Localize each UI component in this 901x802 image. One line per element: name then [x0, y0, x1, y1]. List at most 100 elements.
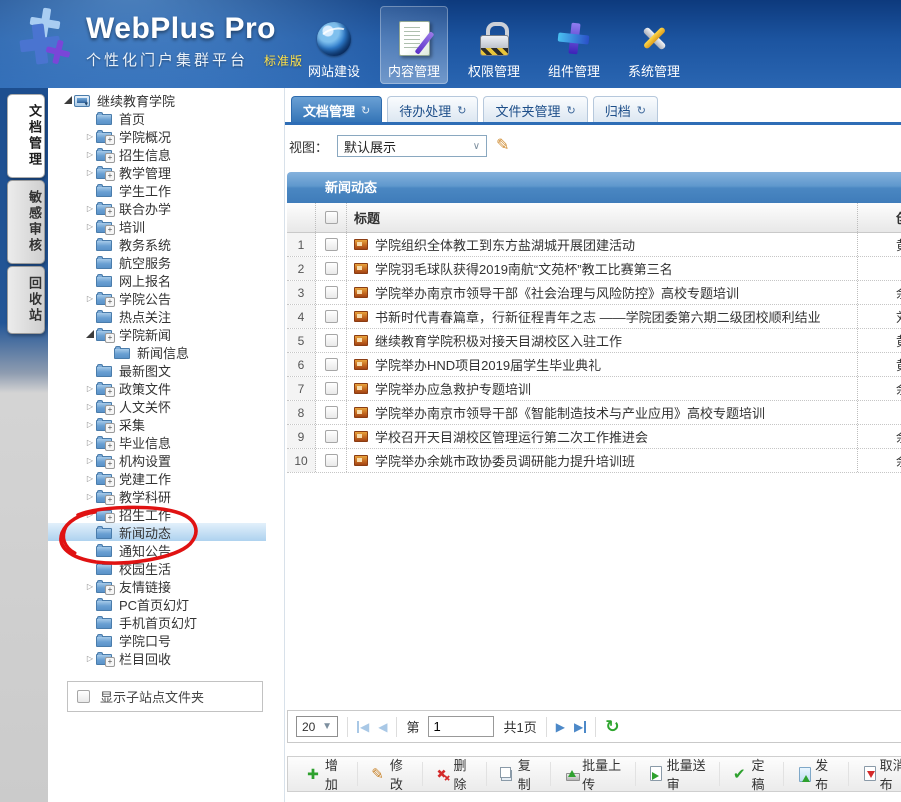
tree-item[interactable]: 培训 [48, 217, 266, 235]
tree-item[interactable]: 手机首页幻灯 [48, 613, 266, 631]
toolbar-button[interactable]: 删除 [423, 762, 487, 786]
tab-refresh-icon[interactable]: ↻ [361, 104, 370, 117]
tree-expander-icon[interactable] [84, 330, 96, 338]
toolbar-button[interactable]: 复制 [487, 762, 551, 786]
tab-refresh-icon[interactable]: ↻ [637, 104, 646, 117]
tree-expander-icon[interactable] [84, 474, 96, 483]
document-title-link[interactable]: 学院举办HND项目2019届学生毕业典礼 [375, 355, 601, 374]
tree-item[interactable]: 党建工作 [48, 469, 266, 487]
toolbar-button[interactable]: 取消发布 [849, 762, 901, 786]
tree-item[interactable]: 网上报名 [48, 271, 266, 289]
tree-item[interactable]: 航空服务 [48, 253, 266, 271]
tree-expander-icon[interactable] [84, 420, 96, 429]
content-tab[interactable]: 文档管理 ↻ [291, 96, 382, 123]
last-page-button[interactable]: ▶ [574, 721, 586, 733]
tree-item[interactable]: 继续教育学院 [48, 91, 266, 109]
document-title-link[interactable]: 学院举办南京市领导干部《智能制造技术与产业应用》高校专题培训 [375, 403, 765, 422]
document-title-link[interactable]: 学院举办南京市领导干部《社会治理与风险防控》高校专题培训 [375, 283, 739, 302]
tree-expander-icon[interactable] [62, 96, 74, 104]
row-checkbox[interactable] [325, 238, 338, 251]
tree-item[interactable]: 首页 [48, 109, 266, 127]
row-checkbox[interactable] [325, 358, 338, 371]
refresh-icon[interactable]: ↻ [605, 718, 619, 735]
row-checkbox[interactable] [325, 334, 338, 347]
tree-item[interactable]: 新闻信息 [48, 343, 266, 361]
tree-item[interactable]: 人文关怀 [48, 397, 266, 415]
tree-item[interactable]: 政策文件 [48, 379, 266, 397]
tree-item[interactable]: PC首页幻灯 [48, 595, 266, 613]
tree-item[interactable]: 校园生活 [48, 559, 266, 577]
toolbar-button[interactable]: 批量送审 [636, 762, 720, 786]
tree-item[interactable]: 新闻动态 [48, 523, 266, 541]
topnav-item[interactable]: 系统管理 [620, 6, 688, 84]
tree-item[interactable]: 毕业信息 [48, 433, 266, 451]
document-title-link[interactable]: 继续教育学院积极对接天目湖校区入驻工作 [375, 331, 622, 350]
tree-expander-icon[interactable] [84, 384, 96, 393]
topnav-item[interactable]: 内容管理 [380, 6, 448, 84]
row-checkbox[interactable] [325, 406, 338, 419]
select-all-checkbox[interactable] [325, 211, 338, 224]
content-tab[interactable]: 待办处理 ↻ [387, 96, 478, 123]
tree-item[interactable]: 通知公告 [48, 541, 266, 559]
side-tab[interactable]: 回收站 [7, 266, 45, 334]
tree-expander-icon[interactable] [84, 294, 96, 303]
tree-item[interactable]: 采集 [48, 415, 266, 433]
first-page-button[interactable]: ◀ [357, 721, 369, 733]
tree-expander-icon[interactable] [84, 168, 96, 177]
row-checkbox[interactable] [325, 382, 338, 395]
tree-item[interactable]: 学院新闻 [48, 325, 266, 343]
tree-expander-icon[interactable] [84, 510, 96, 519]
toolbar-button[interactable]: 定稿 [720, 762, 784, 786]
row-checkbox[interactable] [325, 262, 338, 275]
tree-expander-icon[interactable] [84, 492, 96, 501]
tree-item[interactable]: 学生工作 [48, 181, 266, 199]
document-title-link[interactable]: 学院羽毛球队获得2019南航“文苑杯”教工比赛第三名 [375, 259, 673, 278]
tree-expander-icon[interactable] [84, 654, 96, 663]
tree-item[interactable]: 机构设置 [48, 451, 266, 469]
tree-item[interactable]: 学院概况 [48, 127, 266, 145]
tree-expander-icon[interactable] [84, 582, 96, 591]
row-checkbox[interactable] [325, 310, 338, 323]
tree-item[interactable]: 教务系统 [48, 235, 266, 253]
content-tab[interactable]: 归档 ↻ [593, 96, 658, 123]
tree-item[interactable]: 教学科研 [48, 487, 266, 505]
tree-item[interactable]: 招生工作 [48, 505, 266, 523]
row-checkbox[interactable] [325, 286, 338, 299]
tree-expander-icon[interactable] [84, 132, 96, 141]
tree-expander-icon[interactable] [84, 150, 96, 159]
row-checkbox[interactable] [325, 454, 338, 467]
toolbar-button[interactable]: 批量上传 [551, 762, 635, 786]
tab-refresh-icon[interactable]: ↻ [566, 104, 575, 117]
document-title-link[interactable]: 书新时代青春篇章，行新征程青年之志 ——学院团委第六期二级团校顺利结业 [375, 307, 821, 326]
show-subsite-checkbox[interactable] [77, 690, 90, 703]
topnav-item[interactable]: 组件管理 [540, 6, 608, 84]
toolbar-button[interactable]: 修改 [358, 762, 422, 786]
tree-item[interactable]: 热点关注 [48, 307, 266, 325]
tree-item[interactable]: 联合办学 [48, 199, 266, 217]
document-title-link[interactable]: 学院组织全体教工到东方盐湖城开展团建活动 [375, 235, 635, 254]
side-tab[interactable]: 敏感审核 [7, 180, 45, 264]
page-number-input[interactable] [428, 716, 494, 737]
tree-item[interactable]: 教学管理 [48, 163, 266, 181]
tree-expander-icon[interactable] [84, 222, 96, 231]
prev-page-button[interactable]: ◀ [378, 721, 387, 733]
document-title-link[interactable]: 学校召开天目湖校区管理运行第二次工作推进会 [375, 427, 648, 446]
toolbar-button[interactable]: 增加 [294, 762, 358, 786]
page-size-select[interactable]: 20 ▼ [296, 716, 338, 737]
tree-item[interactable]: 友情链接 [48, 577, 266, 595]
tree-expander-icon[interactable] [84, 456, 96, 465]
content-tab[interactable]: 文件夹管理 ↻ [483, 96, 587, 123]
tree-item[interactable]: 学院口号 [48, 631, 266, 649]
side-tab[interactable]: 文档管理 [7, 94, 45, 178]
tab-refresh-icon[interactable]: ↻ [457, 104, 466, 117]
topnav-item[interactable]: 网站建设 [300, 6, 368, 84]
edit-view-pencil-icon[interactable]: ✎ [496, 138, 509, 154]
tree-expander-icon[interactable] [84, 402, 96, 411]
view-select[interactable]: 默认展示 ∨ [337, 135, 487, 157]
tree-expander-icon[interactable] [84, 204, 96, 213]
toolbar-button[interactable]: 发布 [784, 762, 848, 786]
tree-item[interactable]: 招生信息 [48, 145, 266, 163]
tree-expander-icon[interactable] [84, 438, 96, 447]
row-checkbox[interactable] [325, 430, 338, 443]
next-page-button[interactable]: ▶ [556, 721, 565, 733]
